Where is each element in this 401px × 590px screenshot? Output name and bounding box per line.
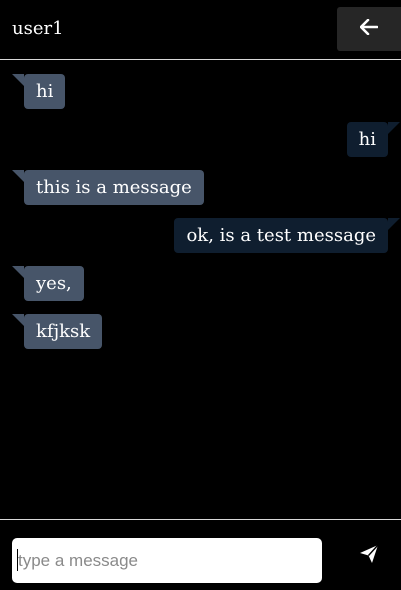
message-text: hi	[36, 81, 54, 102]
message-composer	[0, 519, 401, 590]
arrow-left-icon	[359, 18, 379, 39]
bubble-tail	[388, 218, 400, 230]
message-sent: hi	[346, 122, 400, 157]
bubble-tail	[388, 122, 400, 134]
text-caret	[17, 549, 18, 571]
bubble-tail	[12, 314, 24, 326]
message-received: this is a message	[12, 170, 204, 205]
bubble-tail	[12, 170, 24, 182]
message-list[interactable]: hi hi this is a message ok, is a test me…	[0, 61, 401, 519]
message-received: kfjksk	[12, 314, 103, 349]
message-text: this is a message	[36, 177, 192, 198]
bubble-tail	[12, 266, 24, 278]
message-text: yes,	[36, 273, 72, 294]
paper-plane-icon	[359, 544, 379, 568]
message-sent: ok, is a test message	[174, 218, 400, 253]
message-input[interactable]	[12, 538, 322, 583]
bubble-tail	[12, 74, 24, 86]
message-received: hi	[12, 74, 66, 109]
chat-header: user1	[0, 0, 401, 60]
send-button[interactable]	[348, 536, 390, 576]
message-received: yes,	[12, 266, 84, 301]
chat-username: user1	[12, 18, 64, 39]
message-text: hi	[358, 129, 376, 150]
message-text: ok, is a test message	[186, 225, 376, 246]
message-input-wrapper	[12, 538, 322, 583]
back-button[interactable]	[337, 7, 401, 51]
message-text: kfjksk	[36, 321, 91, 342]
